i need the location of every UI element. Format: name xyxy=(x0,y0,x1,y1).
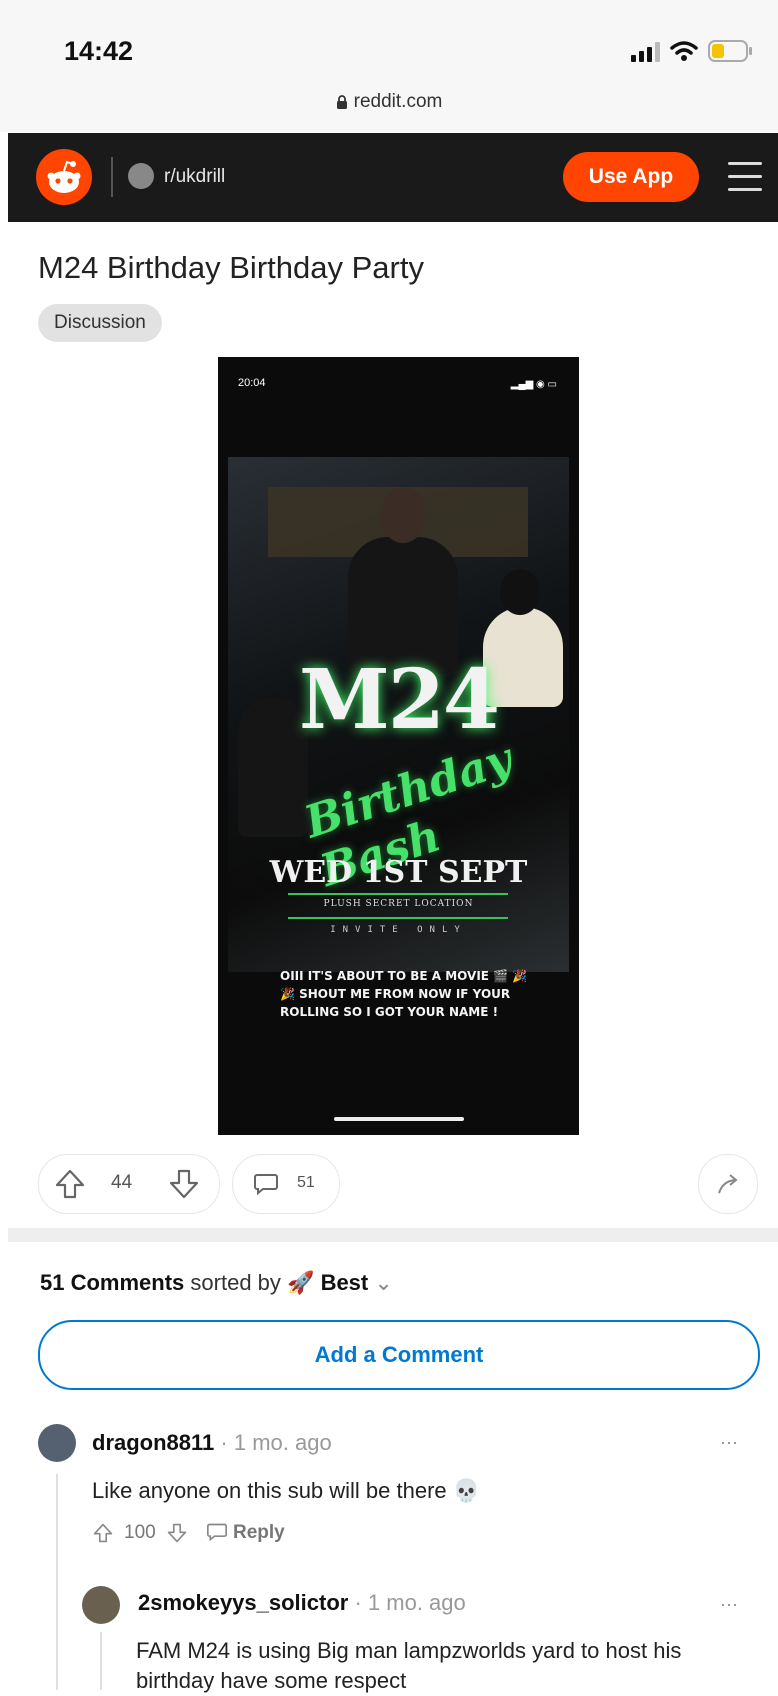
post-score: 44 xyxy=(111,1172,133,1193)
flyer-date: WED 1ST SEPT xyxy=(269,855,528,890)
address-bar[interactable]: reddit.com xyxy=(0,90,778,132)
section-separator xyxy=(8,1228,778,1242)
more-options-icon[interactable]: ··· xyxy=(720,1432,738,1453)
comment-score: 100 xyxy=(124,1522,156,1543)
comment-separator: · xyxy=(220,1430,234,1455)
reddit-header: r/ukdrill Use App xyxy=(8,133,778,222)
wifi-icon xyxy=(670,41,698,61)
subreddit-avatar[interactable] xyxy=(128,163,154,189)
use-app-button[interactable]: Use App xyxy=(563,152,699,202)
comments-sort-bar: 51 Comments sorted by 🚀 Best ⌄ xyxy=(40,1270,393,1296)
subreddit-name[interactable]: r/ukdrill xyxy=(164,166,225,188)
thread-line[interactable] xyxy=(100,1632,102,1690)
reply-icon xyxy=(206,1523,227,1542)
comment-separator: · xyxy=(354,1590,368,1615)
share-arrow-icon xyxy=(718,1174,738,1194)
comment-author-line: dragon8811 · 1 mo. ago xyxy=(92,1430,332,1456)
image-phone-status-icons: ▂▄▆ ◉ ▭ xyxy=(510,379,557,390)
comments-button[interactable]: 51 xyxy=(232,1154,340,1214)
status-bar: 14:42 xyxy=(0,0,778,92)
upvote-icon[interactable] xyxy=(92,1522,114,1544)
comments-count-label: 51 Comments xyxy=(40,1270,185,1295)
lock-icon xyxy=(336,94,347,109)
image-caption: OIII IT'S ABOUT TO BE A MOVIE 🎬 🎉 🎉 SHOU… xyxy=(280,969,528,1019)
reply-label: Reply xyxy=(232,1522,285,1543)
battery-icon xyxy=(708,40,752,62)
header-divider xyxy=(111,157,113,197)
avatar[interactable] xyxy=(38,1424,76,1462)
avatar[interactable] xyxy=(82,1586,120,1624)
thread-line[interactable] xyxy=(56,1474,58,1690)
post-flair[interactable]: Discussion xyxy=(38,304,162,342)
flyer-invite: INVITE ONLY xyxy=(330,925,467,935)
hamburger-menu-icon[interactable] xyxy=(728,162,762,192)
signal-icon xyxy=(631,42,660,62)
chevron-down-icon: ⌄ xyxy=(374,1270,393,1295)
comment-actions: 100 Reply xyxy=(92,1522,285,1544)
flyer-divider-bottom xyxy=(288,917,508,919)
comment-username[interactable]: dragon8811 xyxy=(92,1430,214,1455)
rocket-icon: 🚀 xyxy=(287,1270,315,1295)
post-comment-count: 51 xyxy=(297,1174,315,1191)
sort-dropdown[interactable]: 🚀 Best ⌄ xyxy=(287,1270,393,1295)
share-button[interactable] xyxy=(698,1154,758,1214)
flyer-location: PLUSH SECRET LOCATION xyxy=(323,899,474,909)
add-comment-button[interactable]: Add a Comment xyxy=(38,1320,760,1390)
url-label: reddit.com xyxy=(353,91,443,112)
downvote-icon[interactable] xyxy=(166,1522,188,1544)
flyer-person-right-head xyxy=(500,569,540,615)
comment-username[interactable]: 2smokeyys_solictor xyxy=(138,1590,348,1615)
image-home-indicator xyxy=(334,1117,464,1121)
reply-button[interactable]: Reply xyxy=(206,1522,285,1544)
upvote-icon[interactable] xyxy=(53,1167,87,1201)
image-phone-time: 20:04 xyxy=(238,377,266,389)
comment-age: 1 mo. ago xyxy=(367,1590,466,1615)
status-time: 14:42 xyxy=(64,36,134,66)
comment-body: Like anyone on this sub will be there 💀 xyxy=(92,1478,481,1503)
more-options-icon[interactable]: ··· xyxy=(720,1594,738,1615)
comment-author-line: 2smokeyys_solictor · 1 mo. ago xyxy=(138,1590,466,1616)
vote-pill: 44 xyxy=(38,1154,220,1214)
party-flyer: M24 Birthday Bash WED 1ST SEPT PLUSH SEC… xyxy=(228,457,569,972)
comment-bubble-icon xyxy=(254,1174,278,1196)
downvote-icon[interactable] xyxy=(167,1167,201,1201)
comment-age: 1 mo. ago xyxy=(233,1430,332,1455)
status-icons xyxy=(631,40,754,62)
flyer-person-head xyxy=(380,487,426,543)
url-text: reddit.com xyxy=(336,90,443,114)
post-image[interactable]: 20:04 ▂▄▆ ◉ ▭ M24 Birthday Bash WED 1ST … xyxy=(218,357,579,1135)
flyer-divider-top xyxy=(288,893,508,895)
sort-value: Best xyxy=(320,1270,369,1295)
reddit-logo-icon[interactable] xyxy=(36,149,92,205)
comment-body: FAM M24 is using Big man lampzworlds yar… xyxy=(136,1638,682,1693)
sorted-by-label: sorted by xyxy=(190,1270,281,1295)
post-title[interactable]: M24 Birthday Birthday Party xyxy=(38,250,424,286)
